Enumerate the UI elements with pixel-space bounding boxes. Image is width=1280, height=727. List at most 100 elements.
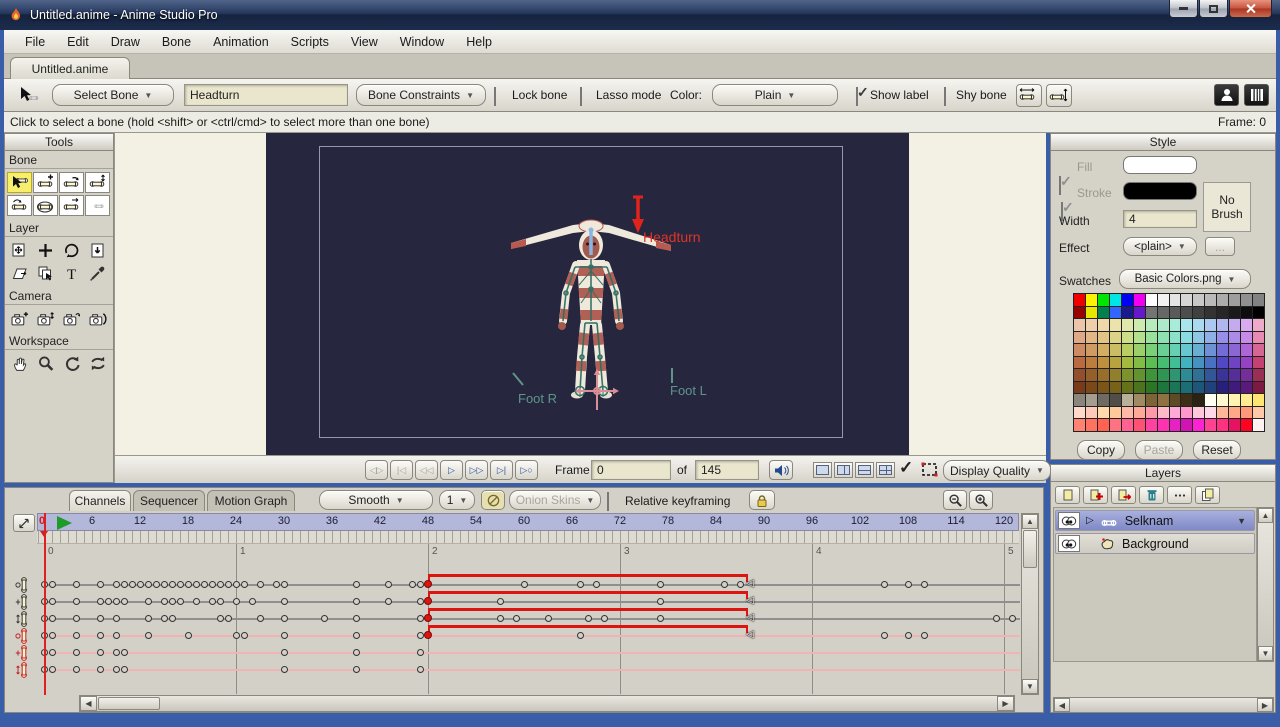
keyframe[interactable] [737, 581, 744, 588]
menu-scripts[interactable]: Scripts [280, 32, 340, 52]
keyframe[interactable] [97, 581, 104, 588]
keyframe[interactable] [353, 632, 360, 639]
keyframe[interactable] [49, 649, 56, 656]
color-swatch[interactable] [1241, 419, 1252, 431]
color-swatch[interactable] [1086, 419, 1097, 431]
keyframe[interactable] [185, 581, 192, 588]
eyedropper-tool[interactable] [85, 263, 110, 284]
color-swatch[interactable] [1134, 394, 1145, 406]
effect-dropdown[interactable]: <plain>▼ [1123, 237, 1197, 256]
color-swatch[interactable] [1074, 407, 1085, 419]
color-swatch[interactable] [1146, 344, 1157, 356]
keyframe[interactable] [177, 598, 184, 605]
range-end-handle[interactable]: ◁ [746, 612, 754, 623]
color-swatch[interactable] [1158, 344, 1169, 356]
color-swatch[interactable] [1241, 332, 1252, 344]
keyframe[interactable] [577, 581, 584, 588]
color-swatch[interactable] [1170, 394, 1181, 406]
color-swatch[interactable] [1110, 294, 1121, 306]
color-swatch[interactable] [1217, 394, 1228, 406]
keyframe[interactable] [417, 666, 424, 673]
keyframe[interactable] [353, 666, 360, 673]
color-swatch[interactable] [1110, 307, 1121, 319]
layer-menu-chevron-icon[interactable]: ▼ [1237, 516, 1246, 526]
color-swatch[interactable] [1217, 407, 1228, 419]
color-swatch[interactable] [1193, 307, 1204, 319]
keyframe[interactable] [409, 581, 416, 588]
color-swatch[interactable] [1146, 407, 1157, 419]
keyframe[interactable] [497, 598, 504, 605]
track-line[interactable] [44, 652, 1020, 654]
color-swatch[interactable] [1086, 344, 1097, 356]
color-swatch[interactable] [1158, 407, 1169, 419]
color-swatch[interactable] [1253, 382, 1264, 394]
color-swatch[interactable] [1074, 319, 1085, 331]
keyframe[interactable] [233, 632, 240, 639]
color-swatch[interactable] [1181, 319, 1192, 331]
color-swatch[interactable] [1134, 369, 1145, 381]
color-swatch[interactable] [1170, 419, 1181, 431]
keyframe[interactable] [161, 598, 168, 605]
layers-vertical-scrollbar[interactable]: ▲ ▼ [1257, 507, 1274, 662]
keyframe[interactable] [281, 632, 288, 639]
color-swatch[interactable] [1170, 294, 1181, 306]
keyframe[interactable] [257, 615, 264, 622]
previous-keyframe-button[interactable]: |◁ [390, 460, 413, 480]
keyframe[interactable] [281, 581, 288, 588]
workspace-area[interactable]: Headturn Foot R Foot L [114, 133, 1046, 455]
offset-bone-tool[interactable] [59, 195, 84, 216]
color-swatch[interactable] [1229, 407, 1240, 419]
keyframe[interactable] [73, 615, 80, 622]
keyframe[interactable] [417, 649, 424, 656]
keyframe[interactable] [73, 649, 80, 656]
color-swatch[interactable] [1181, 394, 1192, 406]
color-swatch[interactable] [1098, 319, 1109, 331]
keyframe[interactable] [121, 649, 128, 656]
color-swatch[interactable] [1146, 294, 1157, 306]
color-swatch[interactable] [1229, 307, 1240, 319]
color-swatch[interactable] [1229, 394, 1240, 406]
scroll-down-icon[interactable]: ▼ [1022, 679, 1038, 694]
color-swatch[interactable] [1098, 369, 1109, 381]
rotate-bone-tool[interactable] [59, 172, 84, 193]
scale-bone-tool[interactable] [85, 172, 110, 193]
color-swatch[interactable] [1074, 369, 1085, 381]
onion-skins-dropdown[interactable]: Onion Skins▼ [509, 490, 601, 510]
range-end-handle[interactable]: ◁ [746, 578, 754, 589]
view-quad-button[interactable] [876, 462, 895, 478]
keyframe[interactable] [49, 632, 56, 639]
tab-motion-graph[interactable]: Motion Graph [207, 490, 295, 511]
keyframe[interactable] [321, 615, 328, 622]
color-swatch[interactable] [1205, 332, 1216, 344]
library-button[interactable] [1244, 84, 1269, 106]
keyframe[interactable] [281, 649, 288, 656]
keyframe[interactable] [281, 666, 288, 673]
color-swatch[interactable] [1181, 332, 1192, 344]
keyframe[interactable] [209, 581, 216, 588]
color-swatch[interactable] [1146, 357, 1157, 369]
color-swatch[interactable] [1098, 382, 1109, 394]
keyframe[interactable] [281, 598, 288, 605]
duplicate-layer-button[interactable] [1195, 486, 1220, 504]
color-swatch[interactable] [1217, 344, 1228, 356]
keyframe[interactable] [417, 598, 424, 605]
timeline-zoom-in-button[interactable] [969, 490, 993, 510]
keyframe[interactable] [225, 581, 232, 588]
color-swatch[interactable] [1134, 357, 1145, 369]
color-swatch[interactable] [1146, 319, 1157, 331]
keyframe[interactable] [225, 615, 232, 622]
timeline-vertical-scrollbar[interactable]: ▲ ▼ [1021, 513, 1039, 695]
color-swatch[interactable] [1074, 344, 1085, 356]
keyframe[interactable] [121, 581, 128, 588]
translate-layer-tool[interactable] [7, 240, 32, 261]
keyframe[interactable] [73, 632, 80, 639]
keyframe[interactable] [601, 615, 608, 622]
color-swatch[interactable] [1158, 307, 1169, 319]
keyframe[interactable] [113, 632, 120, 639]
color-swatch[interactable] [1110, 357, 1121, 369]
insert-layer-button[interactable] [1111, 486, 1136, 504]
keyframe[interactable] [281, 615, 288, 622]
color-swatch[interactable] [1241, 394, 1252, 406]
color-swatch[interactable] [1098, 394, 1109, 406]
keyframe[interactable] [73, 666, 80, 673]
